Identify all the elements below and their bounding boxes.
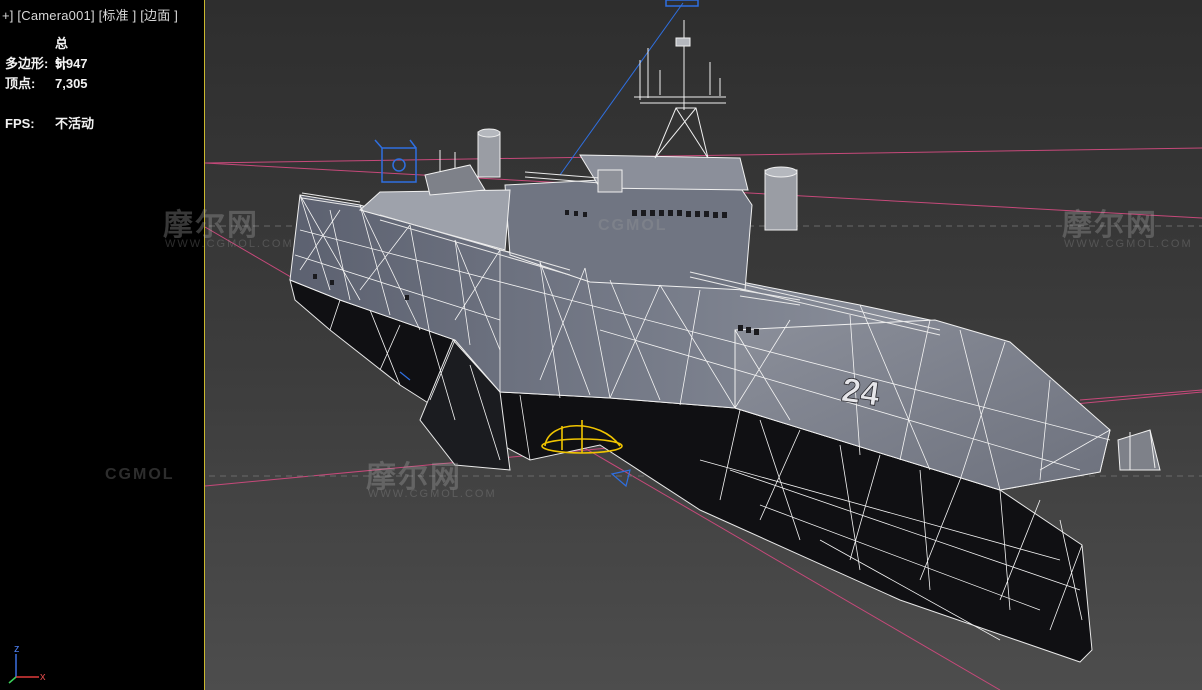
watermark-cg-left: CGMOL	[105, 466, 175, 483]
y-axis-line	[8, 676, 17, 684]
left-blank-area	[0, 0, 205, 690]
z-axis-label: z	[14, 643, 20, 655]
vertices-label: 顶点:	[5, 76, 36, 91]
viewport-active-border	[204, 0, 205, 690]
viewport-label-menu[interactable]: +] [Camera001] [标准 ] [边面 ]	[2, 5, 178, 24]
camera-viewport[interactable]: 24 +] [Camera001] [标准 ] [边面 ] 总计 多边形: 5,…	[0, 0, 1202, 690]
watermark-cg-center: CGMOL	[598, 217, 668, 234]
polygons-label: 多边形:	[5, 56, 49, 71]
watermark-domain-right: WWW.CGMOL.COM	[1064, 238, 1193, 250]
watermark-domain-left: WWW.CGMOL.COM	[165, 238, 294, 250]
watermark-domain-center: WWW.CGMOL.COM	[368, 488, 497, 500]
fps-label: FPS:	[5, 116, 35, 131]
axis-tripod: z x	[8, 643, 46, 684]
x-axis-label: x	[40, 671, 46, 683]
polygons-value: 5,947	[55, 56, 88, 71]
vertices-value: 7,305	[55, 76, 88, 91]
fps-value: 不活动	[55, 116, 95, 131]
hull-number: 24	[839, 371, 882, 414]
